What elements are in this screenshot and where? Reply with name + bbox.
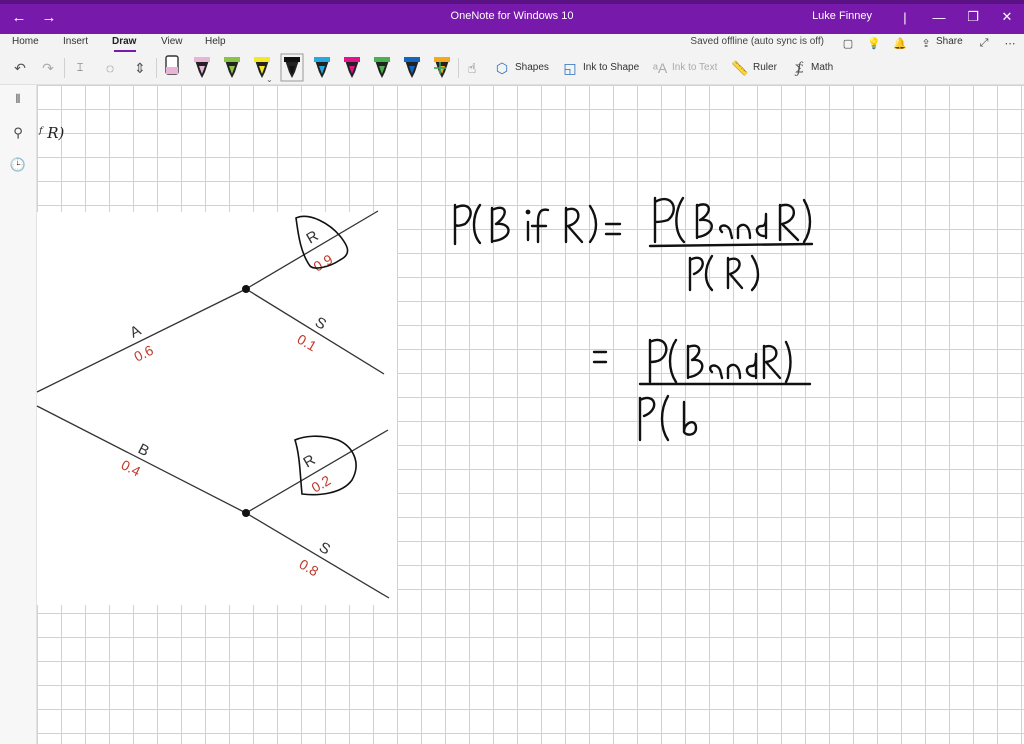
branch-ar-label: R bbox=[304, 227, 322, 247]
branch-as-prob: 0.1 bbox=[295, 331, 320, 355]
ink-layer: A 0.6 B 0.4 R 0.9 S 0.1 R 0.2 S 0.8 bbox=[36, 196, 814, 599]
branch-b-line bbox=[36, 405, 247, 514]
tree-node bbox=[242, 509, 250, 517]
branch-br-line bbox=[245, 429, 389, 514]
branch-as-line bbox=[245, 288, 385, 375]
branch-a-label: A bbox=[127, 322, 143, 342]
branch-br-label: R bbox=[301, 451, 319, 471]
branch-bs-line bbox=[245, 512, 390, 599]
branch-b-prob: 0.4 bbox=[119, 456, 144, 479]
branch-bs-prob: 0.8 bbox=[297, 556, 322, 580]
handwritten-equation[interactable] bbox=[453, 196, 814, 442]
branch-br-prob: 0.2 bbox=[309, 472, 334, 496]
branch-ar-line bbox=[245, 210, 379, 290]
branch-a-prob: 0.6 bbox=[131, 342, 156, 365]
branch-a-line bbox=[36, 288, 247, 393]
tree-node bbox=[242, 285, 250, 293]
branch-ar-prob: 0.9 bbox=[311, 251, 336, 275]
